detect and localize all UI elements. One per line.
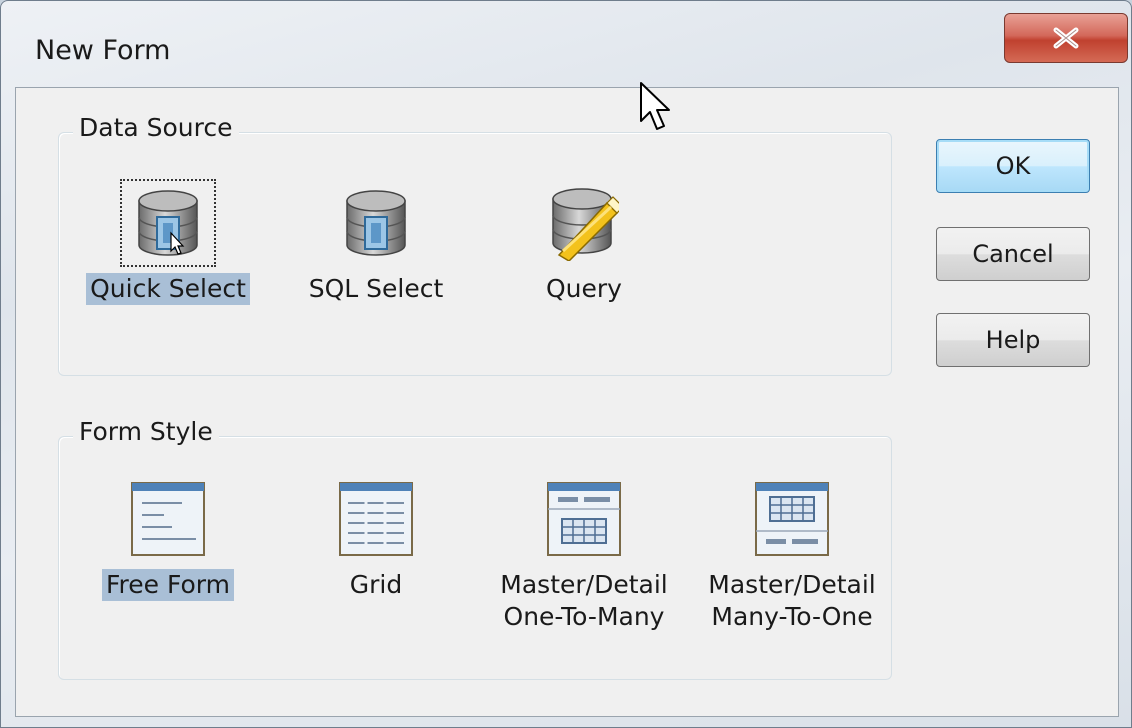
grid-option[interactable]: Grid bbox=[291, 475, 461, 601]
data-source-legend: Data Source bbox=[73, 113, 239, 142]
ok-button[interactable]: OK bbox=[936, 139, 1090, 193]
quick-select-option[interactable]: Quick Select bbox=[83, 179, 253, 305]
grid-form-icon bbox=[339, 482, 413, 556]
close-button[interactable] bbox=[1004, 13, 1128, 63]
master-detail-many-to-one-icon bbox=[755, 482, 829, 556]
free-form-icon bbox=[131, 482, 205, 556]
free-form-icon-frame bbox=[120, 475, 216, 563]
query-icon-frame bbox=[536, 179, 632, 267]
free-form-label: Free Form bbox=[102, 569, 234, 601]
master-detail-one-to-many-option[interactable]: Master/Detail One-To-Many bbox=[499, 475, 669, 633]
dialog-client-area: Data Source Quick Select SQL Select Quer… bbox=[15, 87, 1119, 717]
quick-select-label: Quick Select bbox=[86, 273, 250, 305]
sql-select-label: SQL Select bbox=[308, 274, 444, 303]
one-to-many-icon-frame bbox=[536, 475, 632, 563]
database-query-pencil-icon bbox=[552, 188, 619, 261]
master-detail-one-to-many-icon bbox=[547, 482, 621, 556]
new-form-dialog: New Form Data Source Quick Select SQL Se… bbox=[0, 0, 1132, 728]
query-option[interactable]: Query bbox=[499, 179, 669, 305]
free-form-option[interactable]: Free Form bbox=[83, 475, 253, 601]
grid-label: Grid bbox=[349, 570, 403, 599]
sql-select-option[interactable]: SQL Select bbox=[291, 179, 461, 305]
mouse-pointer-icon bbox=[640, 82, 670, 130]
sql-select-icon-frame bbox=[328, 179, 424, 267]
cancel-button[interactable]: Cancel bbox=[936, 227, 1090, 281]
form-style-group: Form Style Free Form Grid Master/Detail … bbox=[58, 417, 892, 680]
help-button[interactable]: Help bbox=[936, 313, 1090, 367]
one-to-many-label: Master/Detail One-To-Many bbox=[500, 570, 668, 631]
query-label: Query bbox=[546, 274, 622, 303]
database-sql-icon bbox=[346, 190, 406, 256]
quick-select-icon-frame bbox=[120, 179, 216, 267]
form-style-legend: Form Style bbox=[73, 417, 219, 446]
database-quick-select-icon bbox=[138, 190, 198, 256]
grid-icon-frame bbox=[328, 475, 424, 563]
data-source-group: Data Source Quick Select SQL Select Quer… bbox=[58, 113, 892, 376]
close-icon bbox=[1053, 27, 1079, 49]
many-to-one-label: Master/Detail Many-To-One bbox=[708, 570, 876, 631]
master-detail-many-to-one-option[interactable]: Master/Detail Many-To-One bbox=[707, 475, 877, 633]
many-to-one-icon-frame bbox=[744, 475, 840, 563]
window-title: New Form bbox=[35, 35, 171, 66]
